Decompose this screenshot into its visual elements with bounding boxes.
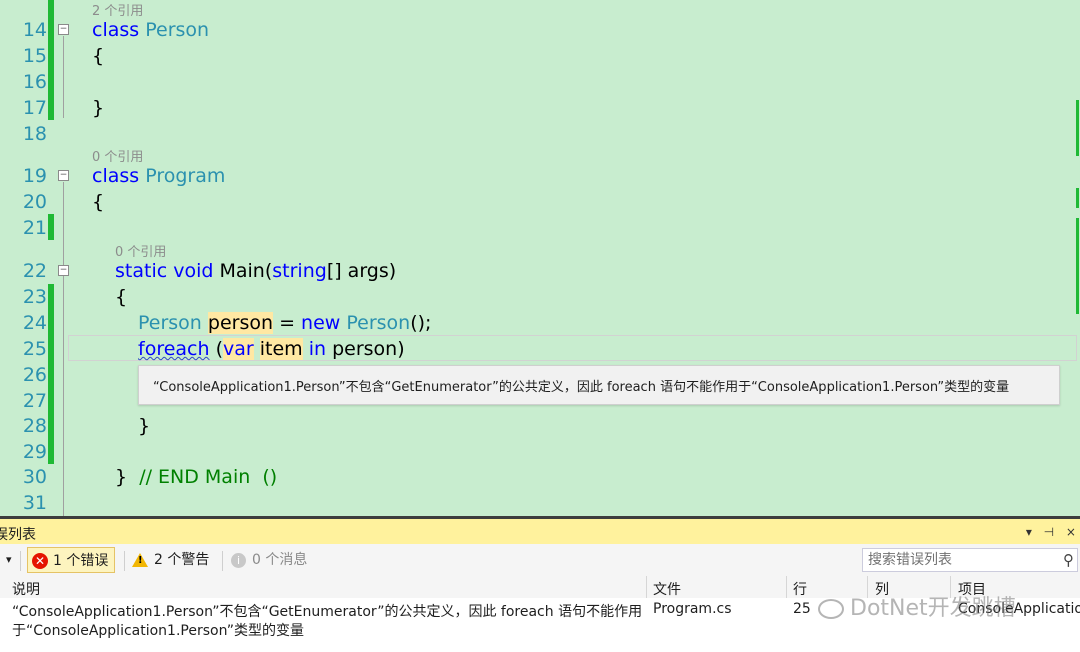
code-line-25[interactable]: foreach (var item in person) [138, 336, 405, 362]
line-number: 26 [22, 364, 47, 386]
line-number: 27 [22, 390, 47, 412]
variable-name: person [207, 312, 274, 334]
scrollbar-change-marker [1076, 100, 1079, 156]
watermark: DotNet开发跳槽 [818, 590, 1016, 622]
line-number: 18 [22, 123, 47, 145]
class-name: Person [145, 19, 210, 41]
method-name: Main( [219, 260, 273, 282]
warnings-count-label: 2 个警告 [154, 552, 210, 568]
divider [222, 551, 223, 571]
line-number: 29 [22, 441, 47, 463]
messages-count-label: 0 个消息 [252, 552, 308, 568]
line-number: 19 [22, 165, 47, 187]
collapse-icon[interactable]: − [58, 24, 69, 35]
search-placeholder: 搜索错误列表 [868, 552, 952, 568]
line-number: 24 [22, 312, 47, 334]
comment: // END Main () [139, 466, 278, 488]
messages-filter-button[interactable]: i 0 个消息 [231, 547, 307, 573]
line-number: 23 [22, 286, 47, 308]
collapse-icon[interactable]: − [58, 265, 69, 276]
line-number: 22 [22, 260, 47, 282]
code-line-15[interactable]: { [92, 43, 104, 69]
variable-name: item [259, 338, 303, 360]
keyword: class [92, 19, 140, 41]
error-file: Program.cs [653, 601, 732, 617]
warning-triangle-icon: ! [132, 553, 148, 567]
error-tooltip-text: “ConsoleApplication1.Person”不包含“GetEnume… [153, 380, 1010, 395]
code-line-22[interactable]: static void Main(string[] args) [115, 258, 396, 284]
error-list-panel: 误列表 ▾ ⊣ × ▾ ✕ 1 个错误 ! 2 个警告 i 0 个消息 搜索错误列表 … [0, 516, 1080, 652]
line-number: 21 [22, 217, 47, 239]
column-header-description[interactable]: 说明 [12, 579, 40, 599]
divider [124, 551, 125, 571]
line-number: 17 [22, 97, 47, 119]
keyword: new [301, 312, 341, 334]
line-number: 28 [22, 415, 47, 437]
watermark-text: DotNet开发跳槽 [850, 596, 1016, 621]
errors-count-label: 1 个错误 [53, 553, 109, 569]
warnings-filter-button[interactable]: ! 2 个警告 [132, 547, 209, 573]
keyword: string [272, 260, 327, 282]
keyword: void [173, 260, 214, 282]
error-circle-icon: ✕ [32, 553, 48, 569]
error-tooltip: “ConsoleApplication1.Person”不包含“GetEnume… [138, 365, 1060, 405]
errors-filter-button[interactable]: ✕ 1 个错误 [27, 547, 116, 573]
line-number: 31 [22, 492, 47, 514]
wechat-logo-icon [818, 599, 844, 619]
code-text: = [273, 312, 302, 334]
error-line: 25 [793, 601, 811, 617]
change-indicator [48, 214, 54, 240]
type-name: Person [346, 312, 411, 334]
code-text: ( [209, 338, 223, 360]
info-circle-icon: i [231, 552, 246, 568]
error-list-titlebar[interactable]: 误列表 ▾ ⊣ × [0, 516, 1080, 544]
change-indicator [48, 0, 54, 120]
keyword: class [92, 165, 140, 187]
keyword: var [222, 338, 254, 360]
divider [20, 551, 21, 571]
scrollbar-change-marker [1076, 218, 1079, 314]
code-line-20[interactable]: { [92, 189, 104, 215]
fold-guide [63, 36, 64, 118]
error-description: 于“ConsoleApplication1.Person”类型的变量 [12, 623, 304, 639]
keyword-error[interactable]: foreach [138, 338, 210, 360]
code-editor[interactable]: 14 15 16 17 18 19 20 21 22 23 24 25 26 2… [0, 0, 1080, 516]
code-line-19[interactable]: class Program [92, 163, 225, 189]
code-text: (); [410, 312, 432, 334]
type-name: Person [138, 312, 202, 334]
search-error-list-input[interactable]: 搜索错误列表 ⚲ [862, 548, 1078, 572]
line-number: 15 [22, 45, 47, 67]
class-name: Program [145, 165, 226, 187]
line-number: 14 [22, 19, 47, 41]
line-number: 30 [22, 466, 47, 488]
window-controls[interactable]: ▾ ⊣ × [1026, 525, 1080, 539]
column-header-file[interactable]: 文件 [653, 579, 681, 599]
column-divider[interactable] [786, 576, 787, 598]
line-number: 20 [22, 191, 47, 213]
error-description: “ConsoleApplication1.Person”不包含“GetEnume… [12, 604, 643, 620]
scope-dropdown[interactable]: ▾ [6, 547, 12, 573]
code-line-24[interactable]: Person person = new Person(); [138, 310, 431, 336]
panel-title: 误列表 [0, 527, 36, 543]
code-line-14[interactable]: class Person [92, 17, 209, 43]
code-line-28[interactable]: } [138, 413, 150, 439]
keyword: in [308, 338, 327, 360]
code-line-23[interactable]: { [115, 284, 127, 310]
code-line-30[interactable]: } // END Main () [115, 464, 277, 490]
code-text: [] args) [326, 260, 397, 282]
line-number: 16 [22, 71, 47, 93]
scrollbar-change-marker [1076, 188, 1079, 208]
column-divider[interactable] [646, 576, 647, 598]
code-text: person) [326, 338, 405, 360]
code-text: } [115, 466, 128, 488]
error-list-toolbar: ▾ ✕ 1 个错误 ! 2 个警告 i 0 个消息 搜索错误列表 ⚲ [0, 544, 1080, 576]
code-line-17[interactable]: } [92, 95, 104, 121]
line-number: 25 [22, 338, 47, 360]
fold-guide [63, 182, 64, 516]
collapse-icon[interactable]: − [58, 170, 69, 181]
search-icon[interactable]: ⚲ [1063, 549, 1074, 571]
change-indicator [48, 284, 54, 464]
column-header-line[interactable]: 行 [793, 579, 807, 599]
keyword: static [115, 260, 168, 282]
